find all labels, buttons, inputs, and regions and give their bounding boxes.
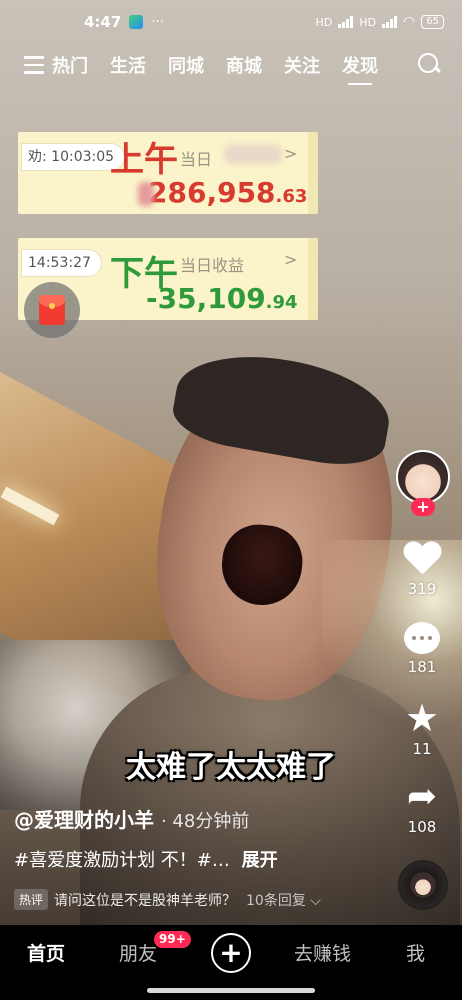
nav-me[interactable]: 我 xyxy=(406,939,425,966)
tab-life[interactable]: 生活 xyxy=(110,52,146,78)
tab-following[interactable]: 关注 xyxy=(284,52,320,78)
tab-mall[interactable]: 商城 xyxy=(226,52,262,78)
search-icon[interactable] xyxy=(418,53,440,75)
description-text[interactable]: #喜爱度激励计划 不！#… xyxy=(14,850,230,871)
home-indicator[interactable] xyxy=(147,988,315,993)
pm-time: 14:53:27 xyxy=(28,255,91,271)
author-name[interactable]: @爱理财的小羊 xyxy=(14,808,154,832)
nav-home[interactable]: 首页 xyxy=(27,939,65,966)
red-envelope-icon xyxy=(39,295,65,325)
blur-mask-2 xyxy=(138,182,154,206)
hot-comment-text: 请问这位是不是股神羊老师？ xyxy=(54,892,237,909)
play-store-icon xyxy=(129,15,144,29)
am-chevron-icon: > xyxy=(284,144,298,163)
wifi-icon: ◠ xyxy=(403,14,416,30)
network-label: HD xyxy=(315,15,333,29)
comment-action[interactable]: 181 xyxy=(382,622,462,676)
am-amount-decimal: .63 xyxy=(275,186,308,207)
share-action[interactable]: ➦ 108 xyxy=(382,779,462,837)
am-time-prefix: 劝: xyxy=(28,149,47,165)
am-amount-main: 286,958 xyxy=(148,176,276,209)
post-time: · 48分钟前 xyxy=(160,811,250,832)
expand-button[interactable]: 展开 xyxy=(242,850,278,871)
status-dots: ··· xyxy=(151,14,164,30)
card-edge xyxy=(308,238,318,320)
hot-comment-tag: 热评 xyxy=(14,889,49,910)
tab-local[interactable]: 同城 xyxy=(168,52,204,78)
heart-icon[interactable] xyxy=(403,542,441,576)
blur-mask xyxy=(224,144,282,164)
status-time: 4:47 xyxy=(84,13,122,31)
feed-tabs: 热门 生活 同城 商城 关注 发现 xyxy=(52,52,378,85)
signal-icon-2 xyxy=(382,16,398,28)
author-avatar[interactable] xyxy=(396,450,450,504)
card-edge xyxy=(308,132,318,214)
hot-comment-replies[interactable]: 10条回复 ⌵ xyxy=(246,890,321,910)
battery-icon: 65 xyxy=(421,15,444,29)
network-label-2: HD xyxy=(359,15,377,29)
top-nav: 热门 生活 同城 商城 关注 发现 xyxy=(0,44,462,86)
status-bar: 4:47 ··· HD HD ◠ 65 xyxy=(0,0,462,44)
tab-hot[interactable]: 热门 xyxy=(52,52,88,78)
nav-friends[interactable]: 朋友 xyxy=(119,939,157,966)
pm-amount-main: -35,109 xyxy=(146,282,266,315)
status-right: HD HD ◠ 65 xyxy=(316,14,444,30)
post-description: #喜爱度激励计划 不！#… 展开 xyxy=(14,846,278,872)
signal-icon xyxy=(338,16,354,28)
pm-amount-decimal: .94 xyxy=(265,292,298,313)
hamburger-icon[interactable] xyxy=(24,56,44,74)
like-action[interactable]: 319 xyxy=(382,542,462,598)
share-count: 108 xyxy=(407,818,437,836)
post-author-line: @爱理财的小羊 · 48分钟前 xyxy=(14,804,249,833)
pm-chevron-icon: > xyxy=(284,250,298,269)
star-icon[interactable]: ★ xyxy=(382,699,462,737)
hot-comment[interactable]: 热评 请问这位是不是股神羊老师？ 10条回复 ⌵ xyxy=(14,889,321,910)
am-time-chip: 劝: 10:03:05 xyxy=(22,144,125,170)
nav-earn[interactable]: 去赚钱 xyxy=(294,939,351,966)
comment-icon[interactable] xyxy=(404,622,440,654)
am-label: 当日 xyxy=(180,150,213,169)
comment-count: 181 xyxy=(407,658,437,676)
am-earnings-card: 劝: 10:03:05 上午 当日 > 286,958.63 xyxy=(18,132,318,214)
like-count: 319 xyxy=(407,580,437,598)
red-envelope-button[interactable] xyxy=(24,282,80,338)
pm-time-chip: 14:53:27 xyxy=(22,250,101,276)
friends-badge: 99+ xyxy=(154,931,191,948)
video-subtitle: 太难了太太难了 xyxy=(126,750,336,785)
create-button[interactable]: + xyxy=(211,933,251,973)
am-time: 10:03:05 xyxy=(51,149,115,165)
pm-amount: -35,109.94 xyxy=(146,282,298,315)
tab-discover[interactable]: 发现 xyxy=(342,52,378,85)
follow-button[interactable]: + xyxy=(411,498,435,516)
music-disc-icon[interactable] xyxy=(398,860,448,910)
am-period: 上午 xyxy=(110,140,178,180)
pm-label: 当日收益 xyxy=(180,256,245,275)
am-amount: 286,958.63 xyxy=(148,176,307,209)
